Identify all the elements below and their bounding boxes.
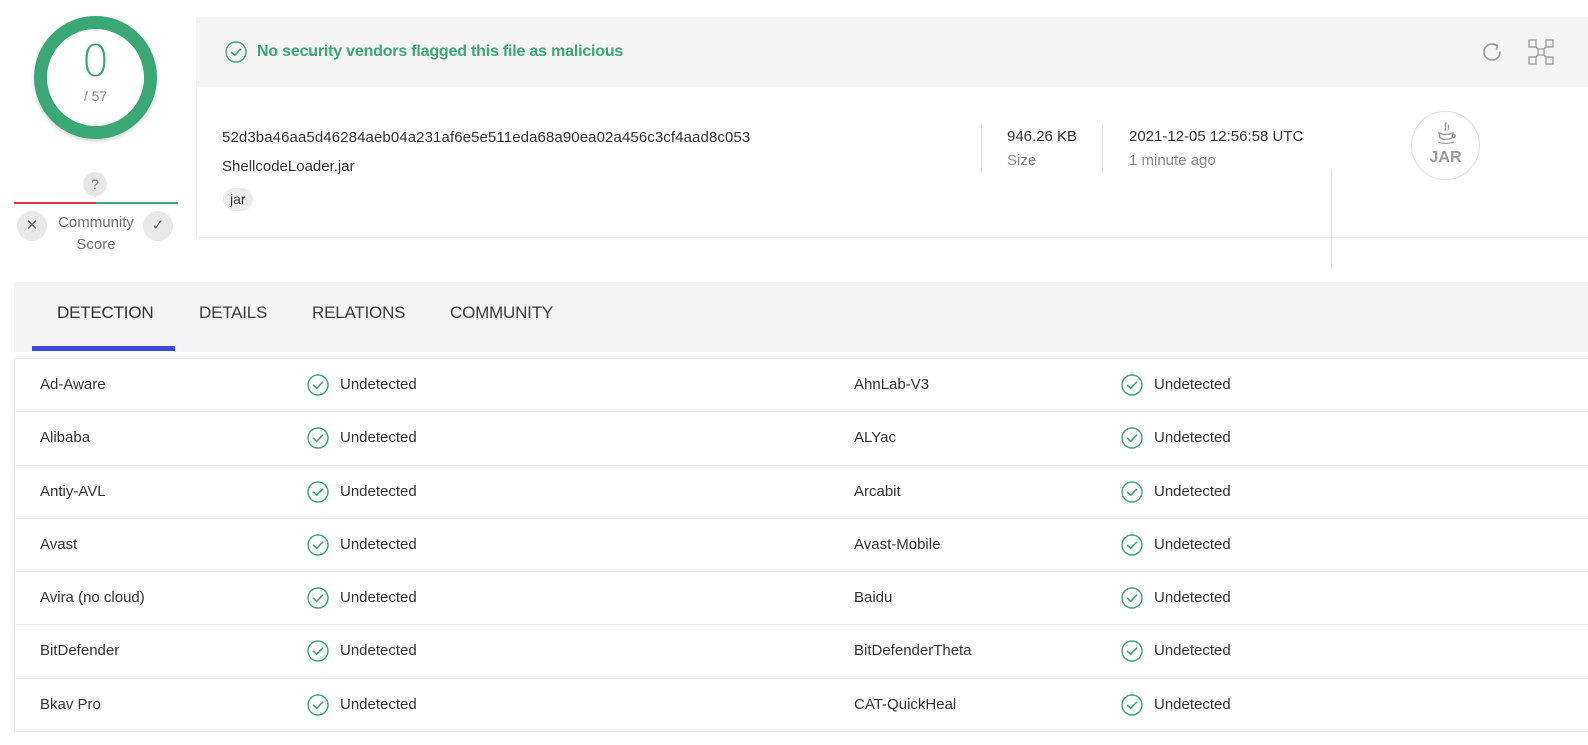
table-row: BitDefender Undetected BitDefenderTheta … [15, 625, 1588, 679]
divider [1331, 169, 1332, 269]
report-tabs: DETECTION DETAILS RELATIONS COMMUNITY [14, 282, 1588, 352]
community-score-marker: ? [83, 172, 107, 198]
check-circle-icon [1121, 427, 1143, 449]
detection-result: Undetected [340, 695, 417, 713]
verdict-banner: No security vendors flagged this file as… [196, 17, 1588, 87]
detection-result: Undetected [1154, 376, 1231, 393]
tab-details[interactable]: DETAILS [199, 282, 267, 352]
tab-relations[interactable]: RELATIONS [312, 282, 405, 352]
check-circle-icon [307, 694, 329, 716]
engine-name: Ad-Aware [40, 376, 106, 393]
close-icon: ✕ [25, 217, 39, 234]
community-score-label: Community Score [58, 214, 134, 253]
engine-name: CAT-QuickHeal [854, 695, 957, 713]
engine-total: / 57 [83, 88, 108, 104]
check-circle-icon [1121, 694, 1143, 716]
detection-result: Undetected [340, 429, 417, 447]
divider [981, 125, 982, 173]
detection-result: Undetected [1154, 535, 1231, 553]
detection-result: Undetected [340, 535, 417, 553]
file-size-value: 946.26 KB [1007, 128, 1078, 145]
file-hash[interactable]: 52d3ba46aa5d46284aeb04a231af6e5e511eda68… [222, 129, 750, 146]
table-row: Bkav Pro Undetected CAT-QuickHeal Undete… [15, 679, 1588, 733]
engine-name: Alibaba [40, 429, 91, 447]
engine-name: Avast [40, 535, 78, 553]
check-circle-icon [1121, 480, 1143, 503]
scan-date-value: 2021-12-05 12:56:58 UTC [1129, 128, 1304, 145]
detection-result: Undetected [340, 589, 417, 607]
check-circle-icon [307, 480, 329, 503]
graph-view-icon[interactable] [1526, 37, 1556, 67]
table-row: Avast Undetected Avast-Mobile Undetected [15, 519, 1588, 573]
detection-result: Undetected [340, 482, 417, 500]
table-row: Alibaba Undetected ALYac Undetected [15, 412, 1588, 466]
check-circle-icon [307, 427, 329, 449]
detection-score-gauge: 0 / 57 [34, 16, 157, 139]
file-tag[interactable]: jar [223, 188, 253, 211]
detection-result: Undetected [340, 642, 417, 660]
community-score-bar-harmless [96, 202, 178, 204]
divider [1102, 125, 1103, 173]
detection-result: Undetected [1154, 429, 1231, 447]
community-score-bar-malicious [14, 202, 96, 204]
check-circle-icon [307, 587, 329, 609]
file-type-icon: JAR [1411, 111, 1480, 180]
check-circle-icon [1121, 534, 1143, 556]
detection-result: Undetected [340, 376, 417, 393]
detection-result: Undetected [1154, 642, 1231, 660]
check-circle-icon [307, 374, 329, 396]
detection-result: Undetected [1154, 589, 1231, 607]
engine-name: AhnLab-V3 [854, 376, 930, 393]
check-circle-icon [307, 534, 329, 556]
engine-name: Avast-Mobile [854, 535, 941, 553]
table-row: Ad-Aware Undetected AhnLab-V3 Undetected [15, 359, 1588, 413]
engine-name: Arcabit [854, 482, 901, 500]
engine-name: Avira (no cloud) [40, 589, 145, 607]
file-info-card: 52d3ba46aa5d46284aeb04a231af6e5e511eda68… [196, 87, 1588, 269]
check-circle-icon [1121, 587, 1143, 609]
scan-date-relative: 1 minute ago [1129, 152, 1216, 169]
community-score-bar [14, 202, 178, 204]
check-circle-icon [307, 640, 329, 663]
vote-malicious-button[interactable]: ✕ [17, 211, 47, 241]
engine-name: Baidu [854, 589, 893, 607]
tab-detection[interactable]: DETECTION [57, 282, 154, 352]
table-row: Antiy-AVL Undetected Arcabit Undetected [15, 466, 1588, 519]
file-name: ShellcodeLoader.jar [222, 158, 355, 175]
check-circle-icon [1121, 640, 1143, 663]
detection-score-inner: 0 / 57 [47, 29, 144, 126]
check-icon: ✓ [151, 217, 165, 234]
engine-name: ALYac [854, 429, 896, 447]
engine-name: Antiy-AVL [40, 482, 106, 500]
vote-harmless-button[interactable]: ✓ [143, 211, 173, 241]
java-cup-icon [1437, 122, 1456, 145]
file-size-label: Size [1007, 152, 1037, 169]
engine-name: BitDefender [40, 642, 120, 660]
engine-name: BitDefenderTheta [854, 642, 972, 660]
refresh-icon[interactable] [1479, 39, 1505, 65]
file-type-label: JAR [1429, 149, 1462, 166]
verdict-text: No security vendors flagged this file as… [257, 43, 624, 60]
active-tab-indicator [32, 346, 175, 351]
detection-table: Ad-Aware Undetected AhnLab-V3 Undetected… [14, 358, 1588, 733]
detection-count: 0 [81, 36, 110, 87]
detection-result: Undetected [1154, 482, 1231, 500]
check-circle-icon [1121, 374, 1143, 396]
table-row: Avira (no cloud) Undetected Baidu Undete… [15, 572, 1588, 626]
check-circle-icon [225, 41, 247, 63]
engine-name: Bkav Pro [40, 695, 101, 713]
detection-result: Undetected [1154, 695, 1231, 713]
tab-community[interactable]: COMMUNITY [450, 282, 553, 352]
